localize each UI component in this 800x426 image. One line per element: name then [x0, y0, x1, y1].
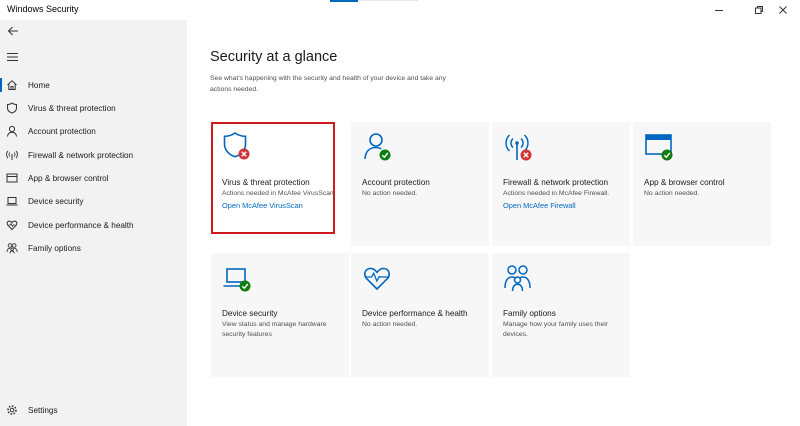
tile-text: Account protection No action needed. — [362, 177, 480, 199]
tile-app-browser-control[interactable]: App & browser control No action needed. — [633, 122, 771, 246]
tile-text: App & browser control No action needed. — [644, 177, 762, 199]
person-ok-icon — [361, 130, 395, 164]
titlebar-accent-line — [330, 0, 358, 2]
close-button[interactable] — [766, 0, 800, 20]
sidebar-item-virus-threat[interactable]: Virus & threat protection — [0, 97, 187, 119]
sidebar-item-label: Virus & threat protection — [28, 103, 116, 113]
antenna-alert-icon — [502, 130, 536, 164]
menu-button[interactable] — [6, 50, 20, 62]
open-mcafee-firewall-link[interactable]: Open McAfee Firewall — [503, 200, 621, 211]
home-icon — [6, 79, 18, 91]
title-bar: Windows Security — [0, 0, 800, 20]
tile-description: No action needed. — [362, 321, 418, 328]
active-indicator — [0, 78, 2, 92]
restore-icon — [755, 6, 763, 14]
tile-device-security[interactable]: Device security View status and manage h… — [211, 253, 349, 377]
tile-text: Firewall & network protection Actions ne… — [503, 177, 621, 211]
tile-account-protection[interactable]: Account protection No action needed. — [351, 122, 489, 246]
open-mcafee-virusscan-link[interactable]: Open McAfee VirusScan — [222, 200, 340, 211]
sidebar: Home Virus & threat protection Account p… — [0, 20, 187, 426]
minimize-button[interactable] — [702, 0, 736, 20]
tile-title: Device security — [222, 309, 278, 318]
shield-icon — [6, 102, 18, 114]
sidebar-item-settings[interactable]: Settings — [0, 399, 187, 421]
tile-title: Virus & threat protection — [222, 178, 310, 187]
heart-icon — [6, 219, 18, 231]
tile-text: Device performance & health No action ne… — [362, 308, 480, 330]
tile-title: Device performance & health — [362, 309, 468, 318]
sidebar-item-label: Device performance & health — [28, 220, 134, 230]
tile-title: Family options — [503, 309, 556, 318]
sidebar-item-label: Device security — [28, 196, 84, 206]
sidebar-item-label: App & browser control — [28, 173, 109, 183]
family-icon — [502, 261, 536, 295]
tile-title: Firewall & network protection — [503, 178, 609, 187]
sidebar-item-account[interactable]: Account protection — [0, 120, 187, 142]
sidebar-item-family[interactable]: Family options — [0, 237, 187, 259]
sidebar-item-device-security[interactable]: Device security — [0, 190, 187, 212]
tile-description: Actions needed in McAfee Firewall. — [503, 190, 610, 197]
gear-icon — [6, 404, 18, 416]
tile-firewall-network-protection[interactable]: Firewall & network protection Actions ne… — [492, 122, 630, 246]
sidebar-item-firewall[interactable]: Firewall & network protection — [0, 144, 187, 166]
tile-description: View status and manage hardware security… — [222, 321, 327, 338]
hamburger-menu-icon — [7, 53, 18, 61]
person-icon — [6, 125, 18, 137]
sidebar-item-label: Settings — [28, 405, 58, 415]
shield-alert-icon — [221, 130, 255, 164]
sidebar-item-label: Home — [28, 80, 50, 90]
tile-device-performance-health[interactable]: Device performance & health No action ne… — [351, 253, 489, 377]
sidebar-item-label: Firewall & network protection — [28, 150, 134, 160]
sidebar-item-app-browser[interactable]: App & browser control — [0, 167, 187, 189]
titlebar-divider-line — [358, 0, 418, 1]
antenna-icon — [6, 149, 18, 161]
laptop-ok-icon — [221, 261, 255, 295]
tile-title: Account protection — [362, 178, 430, 187]
main-content: Security at a glance See what's happenin… — [187, 20, 800, 426]
tile-family-options[interactable]: Family options Manage how your family us… — [492, 253, 630, 377]
back-arrow-icon — [7, 26, 18, 36]
close-icon — [779, 6, 787, 14]
tile-text: Device security View status and manage h… — [222, 308, 340, 340]
sidebar-item-home[interactable]: Home — [0, 74, 187, 96]
laptop-icon — [6, 195, 18, 207]
tile-text: Family options Manage how your family us… — [503, 308, 621, 340]
sidebar-item-device-performance[interactable]: Device performance & health — [0, 214, 187, 236]
tile-description: No action needed. — [362, 190, 418, 197]
tile-title: App & browser control — [644, 178, 725, 187]
tile-description: Actions needed in McAfee VirusScan. — [222, 190, 336, 197]
tile-virus-threat-protection[interactable]: Virus & threat protection Actions needed… — [211, 122, 336, 234]
window-title: Windows Security — [7, 4, 79, 14]
page-title: Security at a glance — [210, 49, 338, 65]
app-window-icon — [6, 172, 18, 184]
back-button[interactable] — [6, 24, 20, 38]
page-subtitle: See what's happening with the security a… — [210, 75, 446, 93]
app-window-ok-icon — [643, 130, 677, 164]
sidebar-item-label: Account protection — [28, 126, 96, 136]
tile-description: No action needed. — [644, 190, 700, 197]
minimize-icon — [715, 10, 723, 11]
family-icon — [6, 242, 18, 254]
tile-text: Virus & threat protection Actions needed… — [222, 177, 340, 211]
sidebar-item-label: Family options — [28, 243, 81, 253]
tile-description: Manage how your family uses their device… — [503, 321, 609, 338]
heart-pulse-icon — [361, 261, 395, 295]
